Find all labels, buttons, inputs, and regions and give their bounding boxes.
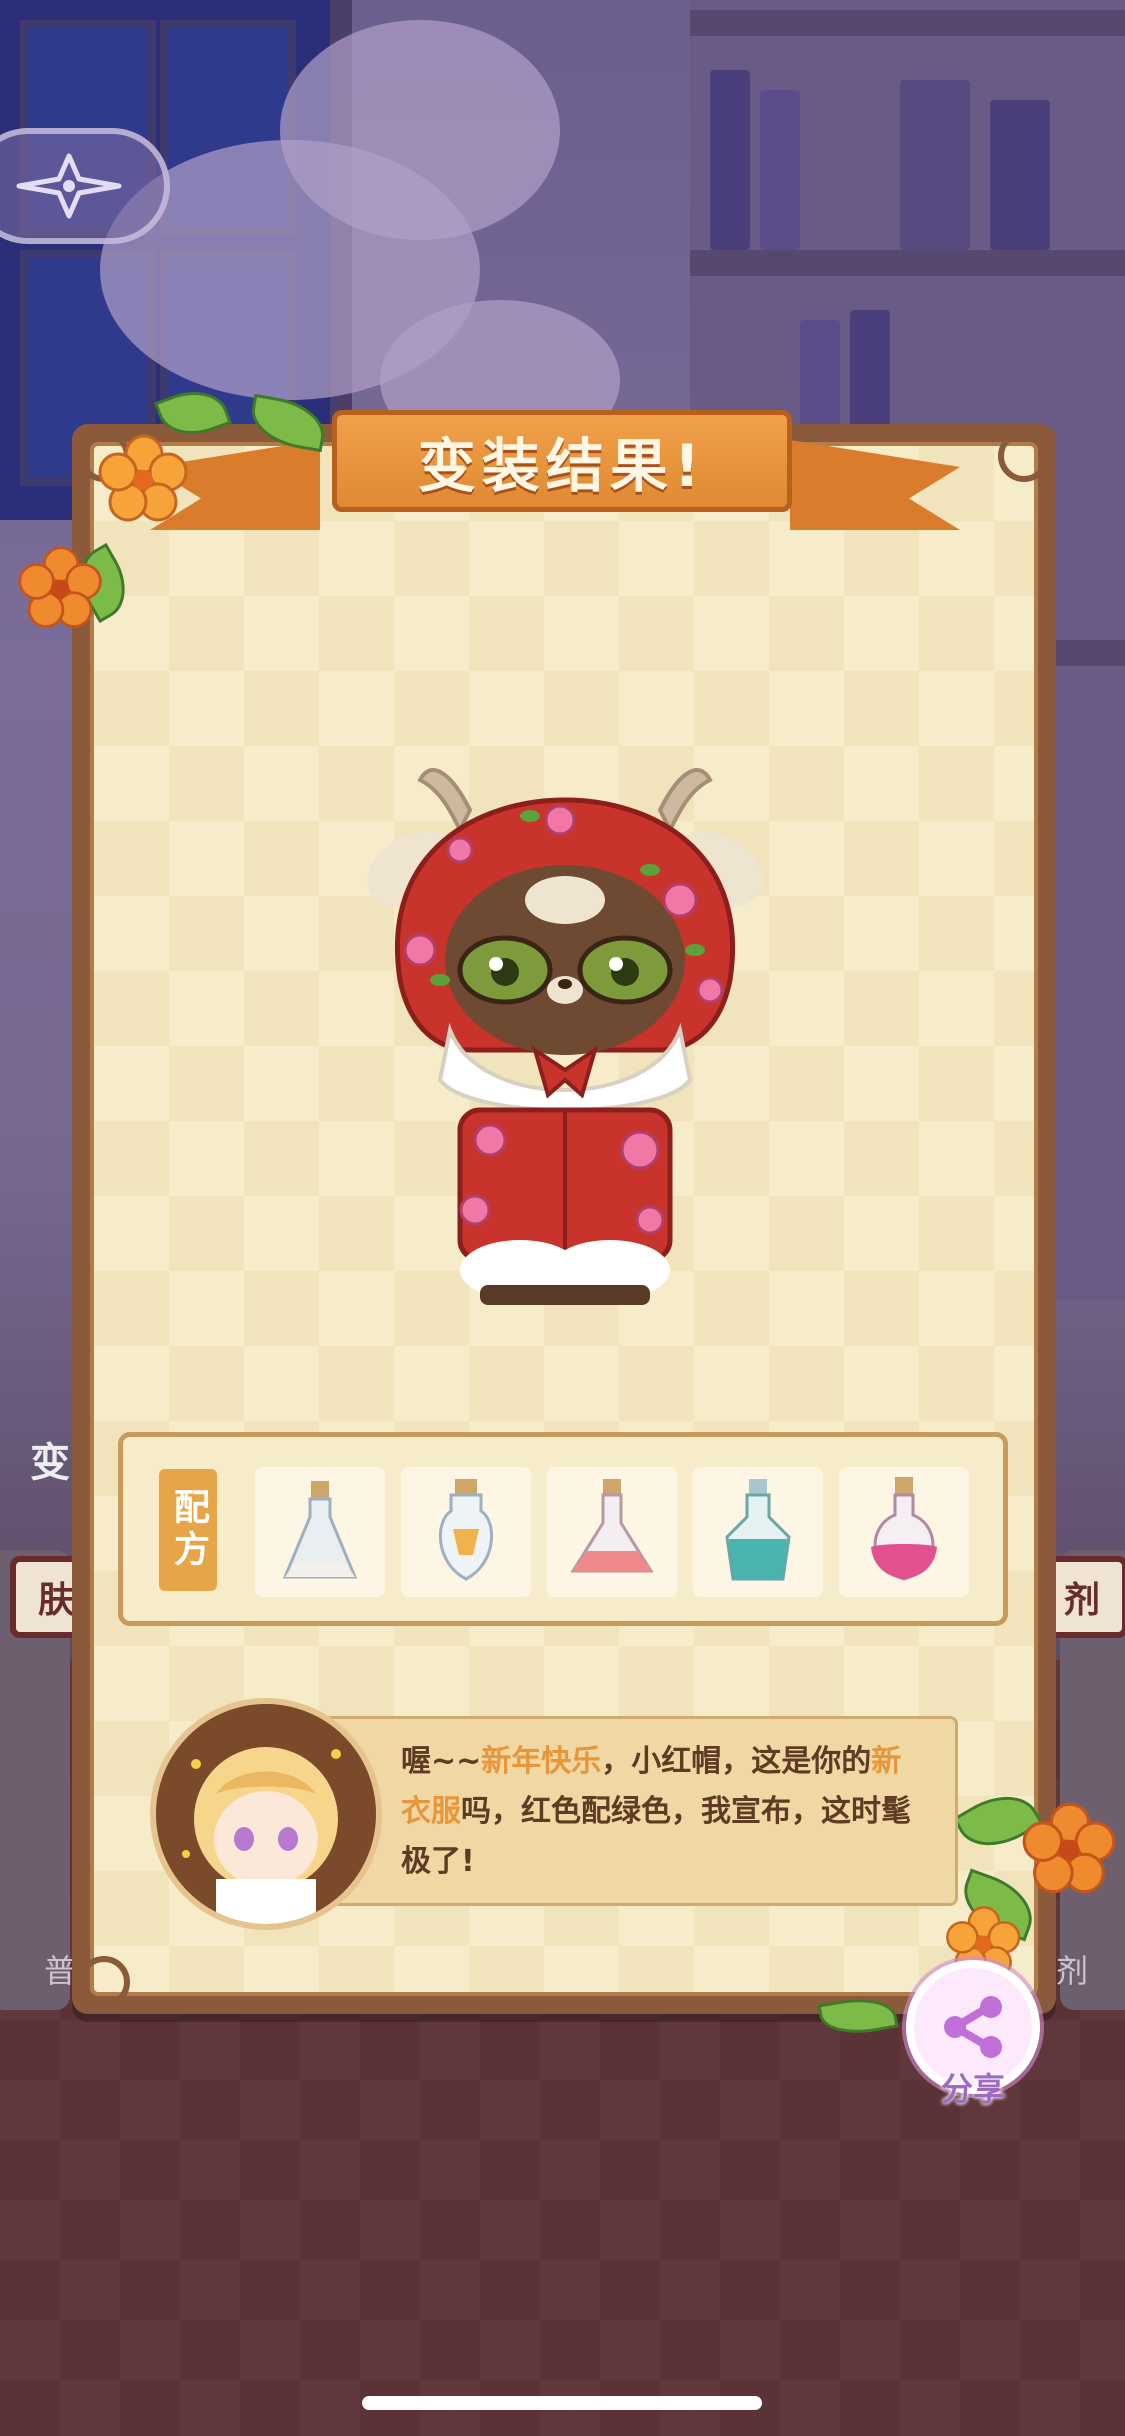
- recipe-panel: 配方: [118, 1432, 1008, 1626]
- amber-potion-icon: [438, 1479, 494, 1581]
- dialogue-text-mid: ，小红帽，这是你的: [601, 1744, 872, 1779]
- home-indicator: [362, 2396, 762, 2410]
- corner-ornament: [78, 1956, 130, 2008]
- npc-avatar-icon: [156, 1704, 376, 1924]
- corner-ornament: [998, 430, 1050, 482]
- share-icon: [944, 1996, 1002, 2058]
- orange-flower-icon: [1022, 1802, 1116, 1894]
- recipe-label: 配方: [159, 1469, 217, 1591]
- dressed-up-character: [367, 768, 763, 1305]
- orange-flower-icon: [18, 546, 102, 628]
- orange-flower-icon: [98, 434, 188, 522]
- npc-portrait: [150, 1698, 382, 1930]
- magenta-potion-icon: [871, 1477, 937, 1581]
- background-text-left: 变: [30, 1440, 70, 1486]
- recipe-slot-5[interactable]: [839, 1467, 969, 1597]
- background-cloud: [280, 20, 560, 240]
- background-text-right-bottom: 剂: [1056, 1952, 1089, 1990]
- compass-star-icon: [16, 153, 122, 219]
- pink-orange-potion-icon: [570, 1479, 654, 1573]
- back-button[interactable]: [0, 128, 170, 244]
- recipe-slot-1[interactable]: [255, 1467, 385, 1597]
- recipe-slot-4[interactable]: [693, 1467, 823, 1597]
- share-label: 分享: [940, 2070, 1005, 2108]
- dialogue-text-prefix: 喔~~: [401, 1744, 482, 1779]
- dialogue-text-suffix: 吗，红色配绿色，我宣布，这时髦极了!: [401, 1794, 911, 1879]
- recipe-slot-2[interactable]: [401, 1467, 531, 1597]
- teal-potion-icon: [725, 1479, 791, 1581]
- dialogue-highlight-new-year: 新年快乐: [481, 1744, 602, 1779]
- result-title: 变装结果!: [332, 410, 792, 512]
- recipe-slot-3[interactable]: [547, 1467, 677, 1597]
- dialogue-box: 喔~~新年快乐，小红帽，这是你的新衣服吗，红色配绿色，我宣布，这时髦极了!: [322, 1716, 958, 1906]
- clear-potion-icon: [282, 1481, 358, 1579]
